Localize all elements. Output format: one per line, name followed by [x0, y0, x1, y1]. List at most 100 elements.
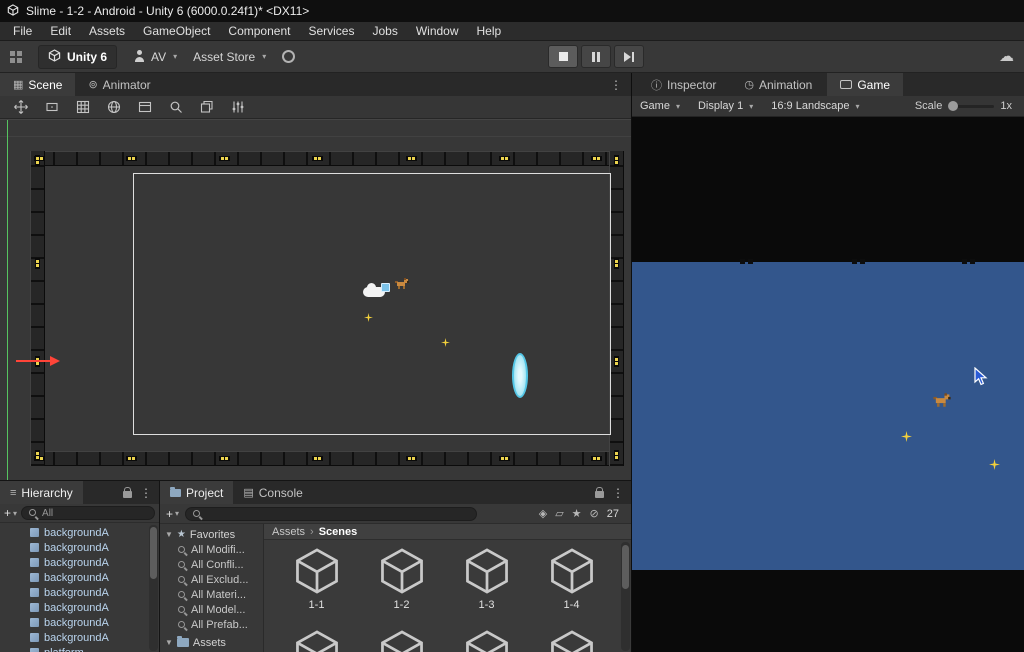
overlay-grid-icon[interactable] — [10, 50, 22, 63]
asset-scene-item[interactable]: 1-1 — [274, 546, 359, 622]
tab-console[interactable]: ▤ Console — [233, 481, 312, 504]
hierarchy-item[interactable]: platform — [0, 645, 159, 652]
scrollbar-thumb[interactable] — [622, 545, 629, 589]
asset-scene-item[interactable]: 1-3 — [444, 546, 529, 622]
grid-snap-icon[interactable] — [74, 99, 92, 115]
hidden-items-icon[interactable]: ⊘ — [590, 507, 599, 520]
overlay-toggle-icon[interactable] — [136, 99, 154, 115]
menu-item[interactable]: GameObject — [134, 22, 219, 40]
tile-lamp — [126, 456, 137, 461]
menu-item[interactable]: Services — [299, 22, 363, 40]
tab-scene[interactable]: ▦ Scene — [0, 73, 76, 96]
hierarchy-item[interactable]: backgroundA — [0, 555, 159, 570]
add-gameobject-button[interactable]: + ▾ — [4, 506, 17, 520]
search-icon — [192, 509, 202, 519]
asset-scene-item[interactable] — [274, 628, 359, 652]
scene-viewport[interactable] — [0, 119, 631, 480]
hierarchy-item[interactable]: backgroundA — [0, 615, 159, 630]
lock-icon[interactable] — [123, 486, 132, 498]
project-search-input[interactable] — [185, 506, 478, 521]
asset-scene-item[interactable] — [359, 628, 444, 652]
hierarchy-item[interactable]: backgroundA — [0, 630, 159, 645]
menu-item[interactable]: Assets — [80, 22, 134, 40]
tab-animator[interactable]: ⊚ Animator — [75, 73, 163, 96]
assets-folder-item[interactable]: ▼ Assets — [160, 635, 263, 650]
sync-icon[interactable] — [282, 50, 296, 63]
kebab-menu-icon[interactable]: ⋮ — [612, 486, 624, 500]
stop-button[interactable] — [548, 45, 578, 68]
saved-search-item[interactable]: All Prefab... — [160, 617, 263, 632]
scrollbar[interactable] — [149, 525, 158, 651]
scale-slider-knob[interactable] — [948, 100, 959, 111]
asset-scene-item[interactable] — [529, 628, 614, 652]
dog-sprite — [394, 277, 410, 293]
search-icon — [177, 545, 187, 555]
favorites-header[interactable]: ▼ ★ Favorites — [160, 527, 263, 542]
asset-scene-item[interactable]: 1-4 — [529, 546, 614, 622]
hierarchy-item[interactable]: backgroundA — [0, 525, 159, 540]
tab-hierarchy[interactable]: ≡ Hierarchy — [0, 481, 83, 504]
x-axis-gizmo-arrow[interactable] — [16, 356, 62, 366]
add-asset-button[interactable]: + ▾ — [166, 507, 179, 521]
clock-icon: ◷ — [744, 79, 754, 91]
kebab-menu-icon[interactable]: ⋮ — [140, 486, 152, 500]
asset-scene-item[interactable]: 1-2 — [359, 546, 444, 622]
saved-search-item[interactable]: All Confli... — [160, 557, 263, 572]
menu-item[interactable]: Component — [219, 22, 299, 40]
hierarchy-search-input[interactable]: All — [21, 506, 155, 520]
scale-slider[interactable] — [948, 100, 995, 111]
menu-item[interactable]: Edit — [41, 22, 80, 40]
search-icon[interactable] — [167, 99, 185, 115]
asset-store-dropdown[interactable]: Asset Store ▾ — [193, 50, 266, 64]
breadcrumb-root[interactable]: Assets — [272, 526, 305, 538]
kebab-menu-icon[interactable]: ⋮ — [601, 73, 631, 96]
hierarchy-item[interactable]: backgroundA — [0, 600, 159, 615]
layers-icon[interactable] — [198, 99, 216, 115]
box-sprite — [381, 283, 390, 292]
aspect-dropdown[interactable]: 16:9 Landscape ▾ — [771, 100, 859, 112]
menu-item[interactable]: Help — [468, 22, 511, 40]
asset-label: 1-3 — [478, 599, 495, 611]
menu-item[interactable]: Window — [407, 22, 468, 40]
hierarchy-item[interactable]: backgroundA — [0, 540, 159, 555]
hierarchy-item-label: platform — [44, 647, 84, 652]
hierarchy-item[interactable]: backgroundA — [0, 570, 159, 585]
save-search-icon[interactable]: ★ — [572, 507, 582, 520]
gizmos-mixer-icon[interactable] — [229, 99, 247, 115]
search-by-label-icon[interactable]: ▱ — [555, 507, 563, 520]
tab-game[interactable]: Game — [827, 73, 904, 96]
hierarchy-tabbar: ≡ Hierarchy ⋮ — [0, 481, 159, 504]
search-by-type-icon[interactable]: ◈ — [539, 507, 547, 520]
display-dropdown[interactable]: Display 1 ▾ — [698, 100, 753, 112]
unity-version-badge[interactable]: Unity 6 — [38, 44, 118, 69]
pause-button[interactable] — [581, 45, 611, 68]
saved-search-item[interactable]: All Modifi... — [160, 542, 263, 557]
move-tool-icon[interactable] — [12, 99, 30, 115]
menu-item[interactable]: File — [4, 22, 41, 40]
tile-lamp — [614, 155, 619, 166]
lock-icon[interactable] — [595, 486, 604, 498]
game-view[interactable] — [632, 117, 1024, 652]
rect-tool-icon[interactable] — [43, 99, 61, 115]
prefab-icon — [30, 543, 39, 552]
prefab-icon — [30, 633, 39, 642]
saved-search-item[interactable]: All Exclud... — [160, 572, 263, 587]
asset-scene-item[interactable] — [444, 628, 529, 652]
saved-search-item[interactable]: All Model... — [160, 602, 263, 617]
saved-search-item[interactable]: All Materi... — [160, 587, 263, 602]
scrollbar[interactable] — [621, 542, 630, 651]
tab-animation[interactable]: ◷ Animation — [731, 73, 825, 96]
scrollbar-thumb[interactable] — [150, 527, 157, 579]
menu-item[interactable]: Jobs — [363, 22, 406, 40]
cloud-icon[interactable]: ☁ — [999, 49, 1014, 64]
tab-inspector[interactable]: ⓘ Inspector — [638, 73, 729, 96]
shading-mode-icon[interactable] — [105, 99, 123, 115]
hierarchy-item[interactable]: backgroundA — [0, 585, 159, 600]
breadcrumb-current[interactable]: Scenes — [319, 526, 358, 538]
scene-tabbar: ▦ Scene ⊚ Animator ⋮ — [0, 73, 631, 96]
account-dropdown[interactable]: AV ▾ — [133, 50, 177, 64]
tab-project[interactable]: Project — [160, 481, 234, 504]
tile-border-left — [30, 151, 45, 466]
game-mode-dropdown[interactable]: Game ▾ — [640, 100, 680, 112]
step-button[interactable] — [614, 45, 644, 68]
